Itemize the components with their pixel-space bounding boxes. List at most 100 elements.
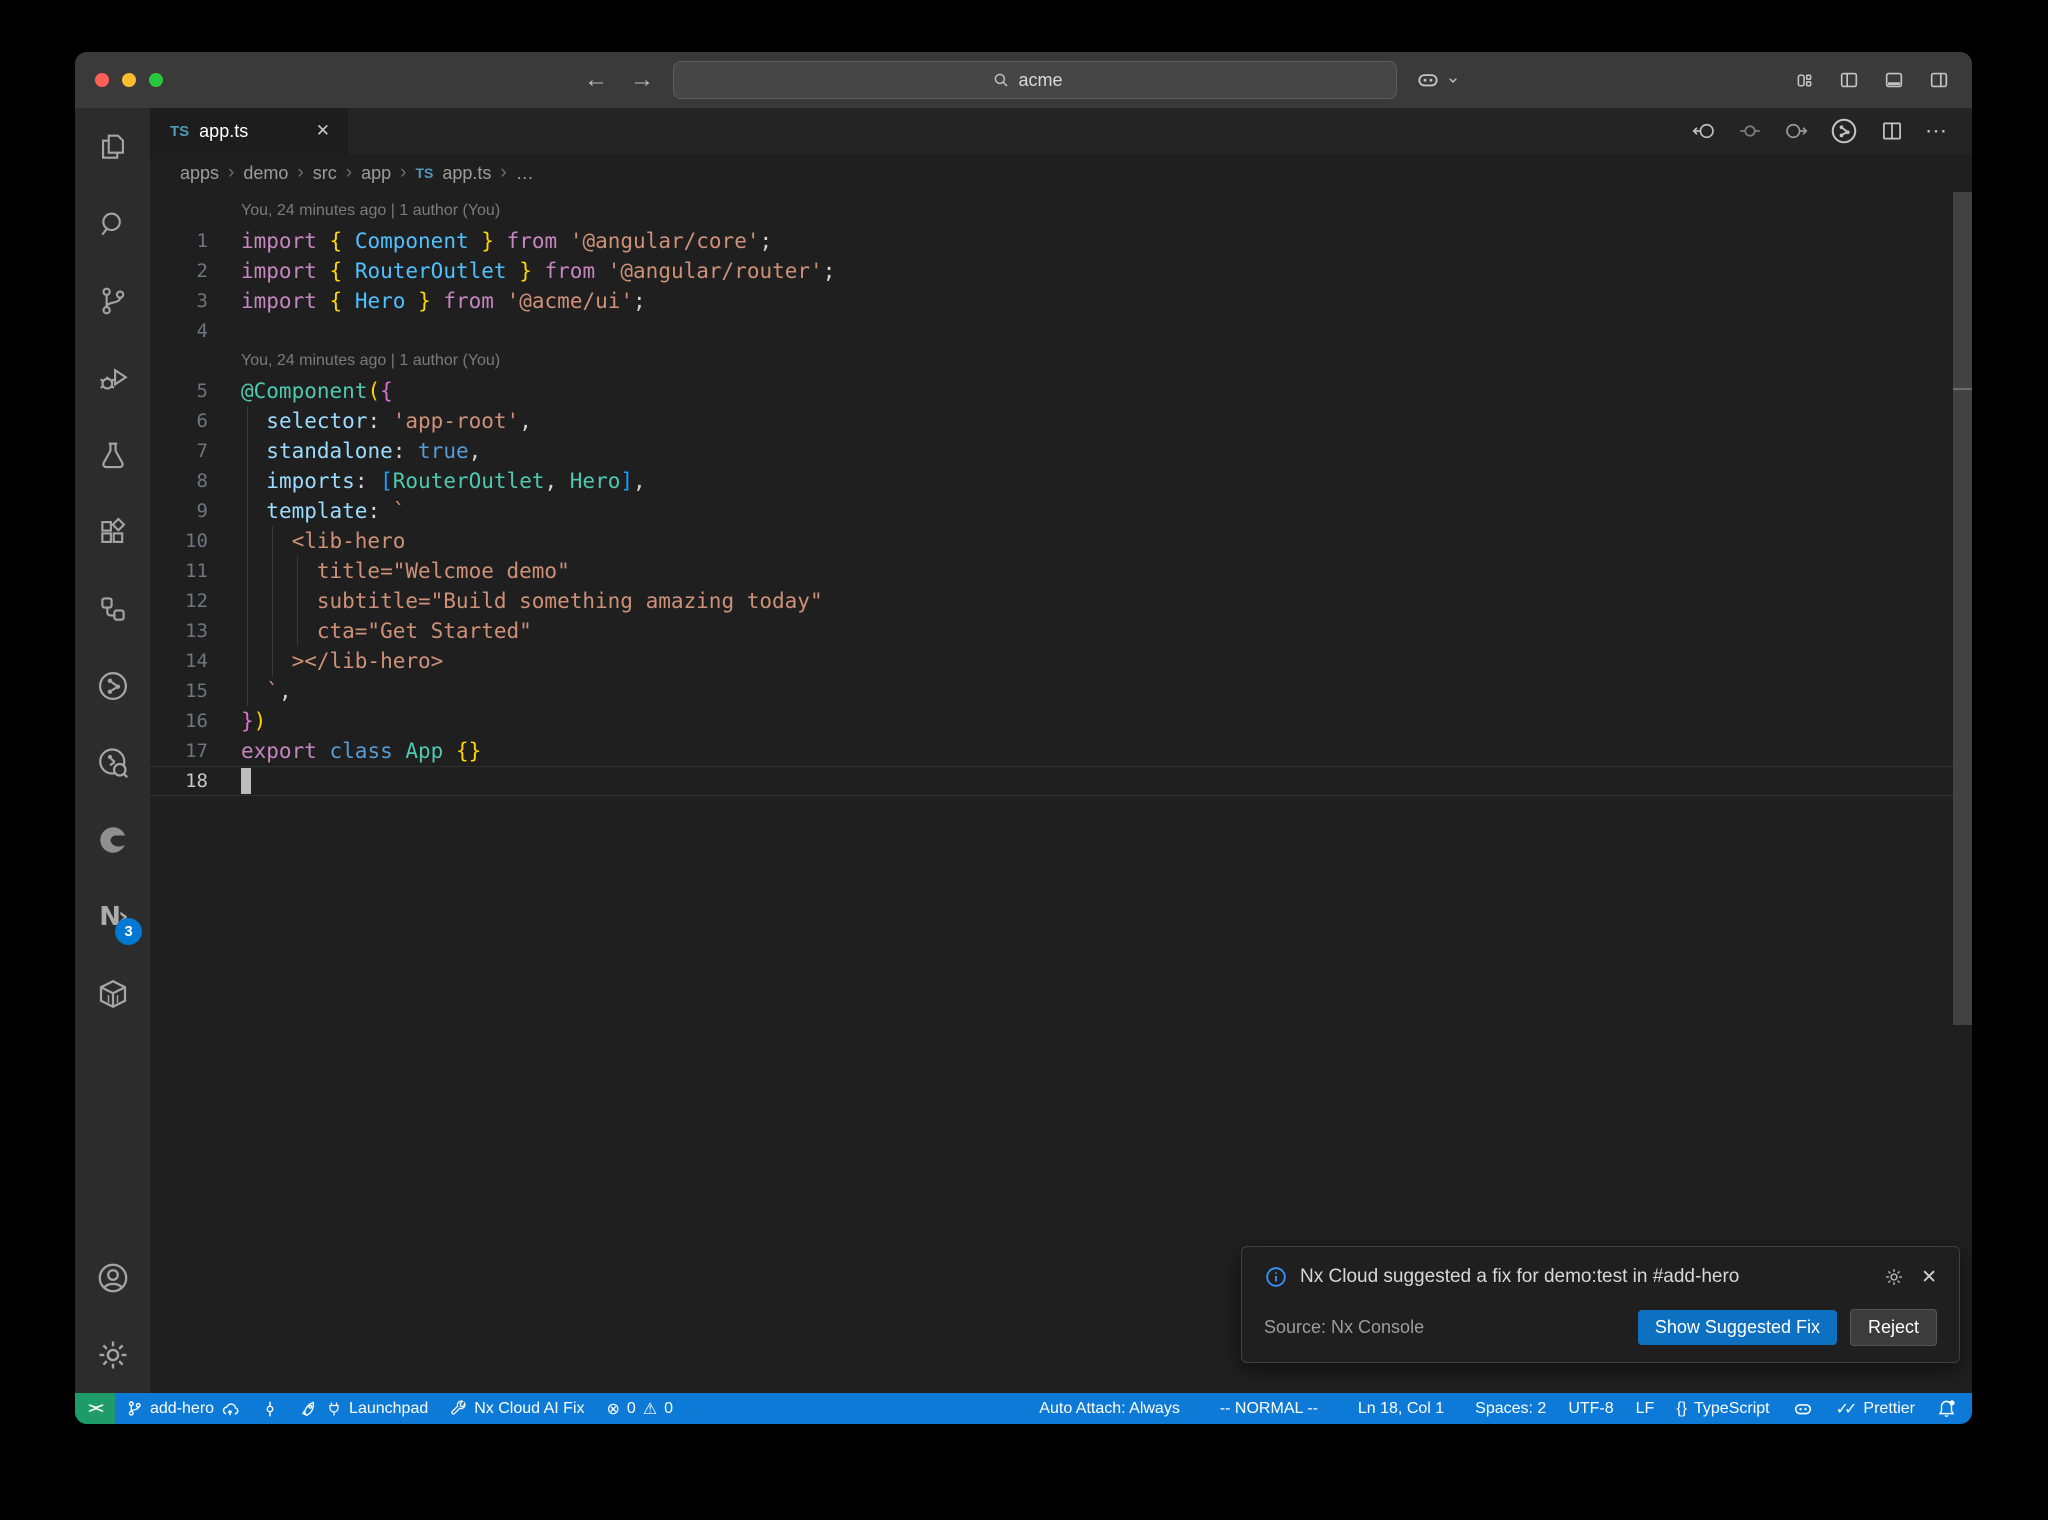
hierarchy-icon [100,596,125,621]
sidebar-item-accounts[interactable] [75,1239,150,1316]
language-status[interactable]: {} TypeScript [1665,1393,1780,1424]
bell-icon [1938,1400,1955,1418]
code-line[interactable]: 3 import { Hero } from '@acme/ui'; [150,286,1972,316]
sidebar-item-hierarchy[interactable] [75,570,150,647]
navigate-forward-icon[interactable] [1783,118,1809,144]
split-editor-icon[interactable] [1879,118,1905,144]
line-number [150,346,241,376]
reject-button[interactable]: Reject [1849,1309,1937,1346]
sidebar-item-testing[interactable] [75,416,150,493]
editor-actions: ⋯ [1691,108,1972,154]
history-back-icon[interactable]: ← [580,68,612,92]
code-line[interactable]: 15 `, [150,676,1972,706]
tab-app-ts[interactable]: TS app.ts ✕ [150,108,348,154]
git-commit-status[interactable] [250,1393,290,1424]
code-line[interactable]: 12 subtitle="Build something amazing tod… [150,586,1972,616]
customize-layout-icon[interactable] [1794,70,1815,91]
sidebar-item-graph-search[interactable] [75,724,150,801]
notification-close-icon[interactable]: ✕ [1921,1266,1937,1289]
copilot-status[interactable] [1781,1393,1825,1424]
sidebar-item-edge-tools[interactable] [75,801,150,878]
sidebar-item-extensions[interactable] [75,493,150,570]
show-suggested-fix-button[interactable]: Show Suggested Fix [1637,1310,1837,1345]
navigate-back-icon[interactable] [1691,118,1717,144]
sidebar-item-search[interactable] [75,185,150,262]
line-number: 7 [196,440,208,462]
cursor-position-status[interactable]: Ln 18, Col 1 [1338,1393,1464,1424]
sidebar-item-source-control[interactable] [75,262,150,339]
launchpad-status[interactable]: Launchpad [290,1393,439,1424]
code-line[interactable]: 10 <lib-hero [150,526,1972,556]
errors-warnings-status[interactable]: ⊗ 0 ⚠ 0 [596,1393,685,1424]
container-box-icon [99,979,126,1008]
minimize-window-button[interactable] [122,73,136,87]
window-controls [95,52,163,108]
code-line[interactable]: 16}) [150,706,1972,736]
graph-search-icon [98,747,128,778]
encoding-status[interactable]: UTF-8 [1557,1393,1624,1424]
code-line[interactable]: 17 export class App {} [150,736,1972,766]
run-project-graph-icon[interactable] [1829,116,1859,146]
sidebar-item-project-graph[interactable] [75,647,150,724]
code-line[interactable]: 18 [150,766,1972,796]
notification-settings-gear-icon[interactable] [1883,1266,1905,1288]
breadcrumb-overflow[interactable]: … [516,163,534,184]
code-line[interactable]: 7 standalone: true, [150,436,1972,466]
graph-icon [98,671,127,700]
history-forward-icon[interactable]: → [626,68,658,92]
close-window-button[interactable] [95,73,109,87]
breadcrumb-item[interactable]: app [361,163,391,184]
code-line[interactable]: 11 title="Welcmoe demo" [150,556,1972,586]
code-line[interactable]: 8 imports: [RouterOutlet, Hero], [150,466,1972,496]
code-line[interactable]: 2 import { RouterOutlet } from '@angular/… [150,256,1972,286]
breadcrumb-file[interactable]: app.ts [442,163,491,184]
desktop: ← → acme N› 3 TS app.ts ✕ ⋯ apps › demo … [0,0,2048,1520]
code-line[interactable]: 9 template: ` [150,496,1972,526]
sidebar-item-nx-console[interactable]: N› 3 [75,878,150,955]
command-center-search-input[interactable] [1018,69,1079,91]
line-number: 10 [185,530,208,552]
breadcrumb-item[interactable]: src [313,163,337,184]
git-branch-icon [128,1401,141,1416]
zoom-window-button[interactable] [149,73,163,87]
eol-status[interactable]: LF [1625,1393,1666,1424]
vim-mode-status[interactable]: -- NORMAL -- [1200,1393,1338,1424]
toggle-primary-sidebar-icon[interactable] [1838,69,1860,91]
activity-bar: N› 3 [75,108,150,1393]
code-line[interactable]: 6 selector: 'app-root', [150,406,1972,436]
auto-attach-status[interactable]: Auto Attach: Always [1019,1393,1200,1424]
sidebar-item-settings[interactable] [75,1316,150,1393]
toggle-secondary-sidebar-icon[interactable] [1928,69,1950,91]
breadcrumb-item[interactable]: demo [243,163,288,184]
remote-indicator[interactable]: >< [75,1393,115,1424]
code-line[interactable]: 14 ></lib-hero> [150,646,1972,676]
code-line[interactable]: 1 import { Component } from '@angular/cor… [150,226,1972,256]
close-tab-icon[interactable]: ✕ [312,119,334,143]
nx-cloud-fix-status[interactable]: Nx Cloud AI Fix [439,1393,595,1424]
code-editor[interactable]: You, 24 minutes ago | 1 author (You) 1 imp… [150,192,1972,1393]
sidebar-item-explorer[interactable] [75,108,150,185]
notifications-status[interactable] [1926,1393,1972,1424]
vscode-window: ← → acme N› 3 TS app.ts ✕ ⋯ apps › demo … [75,52,1972,1424]
current-position-icon[interactable] [1737,118,1763,144]
blame-line[interactable]: You, 24 minutes ago | 1 author (You) [150,346,1972,376]
sidebar-item-containers[interactable] [75,955,150,1032]
code-line[interactable]: 4 [150,316,1972,346]
plug-icon [329,1402,339,1415]
more-actions-icon[interactable]: ⋯ [1925,118,1948,144]
code-line[interactable]: 5 @Component({ [150,376,1972,406]
git-branch-status[interactable]: add-hero [115,1393,250,1424]
code-line[interactable]: 13 cta="Get Started" [150,616,1972,646]
copilot-icon[interactable] [1415,67,1441,93]
notification-source: Source: Nx Console [1264,1317,1425,1337]
line-number: 4 [196,320,208,342]
sidebar-item-run-debug[interactable] [75,339,150,416]
indentation-status[interactable]: Spaces: 2 [1464,1393,1557,1424]
command-center[interactable] [673,61,1397,99]
breadcrumb-item[interactable]: apps [180,163,219,184]
blame-line[interactable]: You, 24 minutes ago | 1 author (You) [150,196,1972,226]
chevron-down-icon[interactable] [1445,72,1461,88]
formatter-status[interactable]: ✓✓ Prettier [1825,1393,1926,1424]
editor-scrollbar[interactable] [1953,192,1972,1025]
toggle-panel-icon[interactable] [1883,69,1905,91]
